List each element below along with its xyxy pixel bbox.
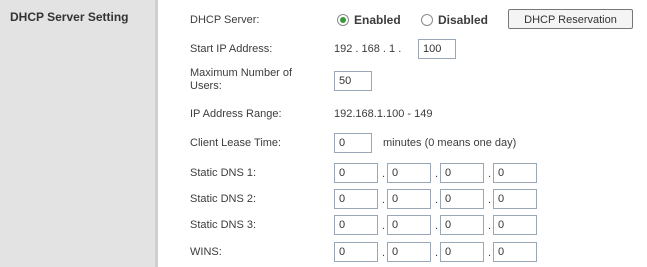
- start-ip-prefix: 192 . 168 . 1 .: [334, 43, 402, 55]
- wins-octet-3[interactable]: [440, 242, 484, 262]
- enabled-radio[interactable]: [337, 14, 349, 26]
- disabled-radio[interactable]: [421, 14, 433, 26]
- enabled-radio-label[interactable]: Enabled: [354, 13, 401, 27]
- max-users-label-line1: Maximum Number of: [190, 67, 293, 79]
- static-dns-3-octet-2[interactable]: [387, 215, 431, 235]
- octet-separator: .: [382, 220, 386, 232]
- static-dns-1-octet-4[interactable]: [493, 163, 537, 183]
- lease-time-label: Client Lease Time:: [190, 137, 282, 149]
- static-dns-2-label: Static DNS 2:: [190, 193, 257, 205]
- static-dns-3-label: Static DNS 3:: [190, 219, 257, 231]
- ip-range-label: IP Address Range:: [190, 108, 282, 120]
- octet-separator: .: [488, 220, 492, 232]
- octet-separator: .: [488, 194, 492, 206]
- start-ip-last-octet-input[interactable]: [418, 39, 456, 59]
- ip-range-value: 192.168.1.100 - 149: [334, 108, 433, 120]
- octet-separator: .: [382, 168, 386, 180]
- static-dns-1-octet-1[interactable]: [334, 163, 378, 183]
- max-users-input[interactable]: [334, 71, 372, 91]
- static-dns-3-octet-3[interactable]: [440, 215, 484, 235]
- wins-octet-4[interactable]: [493, 242, 537, 262]
- octet-separator: .: [435, 194, 439, 206]
- start-ip-label: Start IP Address:: [190, 43, 273, 55]
- wins-octet-2[interactable]: [387, 242, 431, 262]
- octet-separator: .: [382, 194, 386, 206]
- lease-time-input[interactable]: [334, 133, 372, 153]
- static-dns-3-octet-4[interactable]: [493, 215, 537, 235]
- wins-label: WINS:: [190, 246, 222, 258]
- static-dns-1-octet-3[interactable]: [440, 163, 484, 183]
- dhcp-server-label: DHCP Server:: [190, 14, 260, 26]
- octet-separator: .: [435, 220, 439, 232]
- left-panel: [0, 0, 155, 267]
- static-dns-2-octet-4[interactable]: [493, 189, 537, 209]
- octet-separator: .: [488, 247, 492, 259]
- wins-octet-1[interactable]: [334, 242, 378, 262]
- octet-separator: .: [435, 168, 439, 180]
- static-dns-2-octet-1[interactable]: [334, 189, 378, 209]
- panel-divider: [155, 0, 158, 267]
- dhcp-reservation-button[interactable]: DHCP Reservation: [508, 9, 633, 29]
- octet-separator: .: [382, 247, 386, 259]
- static-dns-3-octet-1[interactable]: [334, 215, 378, 235]
- section-title: DHCP Server Setting: [10, 10, 129, 24]
- disabled-radio-label[interactable]: Disabled: [438, 13, 488, 27]
- static-dns-2-octet-3[interactable]: [440, 189, 484, 209]
- static-dns-1-label: Static DNS 1:: [190, 167, 257, 179]
- octet-separator: .: [488, 168, 492, 180]
- static-dns-2-octet-2[interactable]: [387, 189, 431, 209]
- static-dns-1-octet-2[interactable]: [387, 163, 431, 183]
- octet-separator: .: [435, 247, 439, 259]
- lease-time-hint: minutes (0 means one day): [383, 137, 517, 149]
- max-users-label-line2: Users:: [190, 80, 222, 92]
